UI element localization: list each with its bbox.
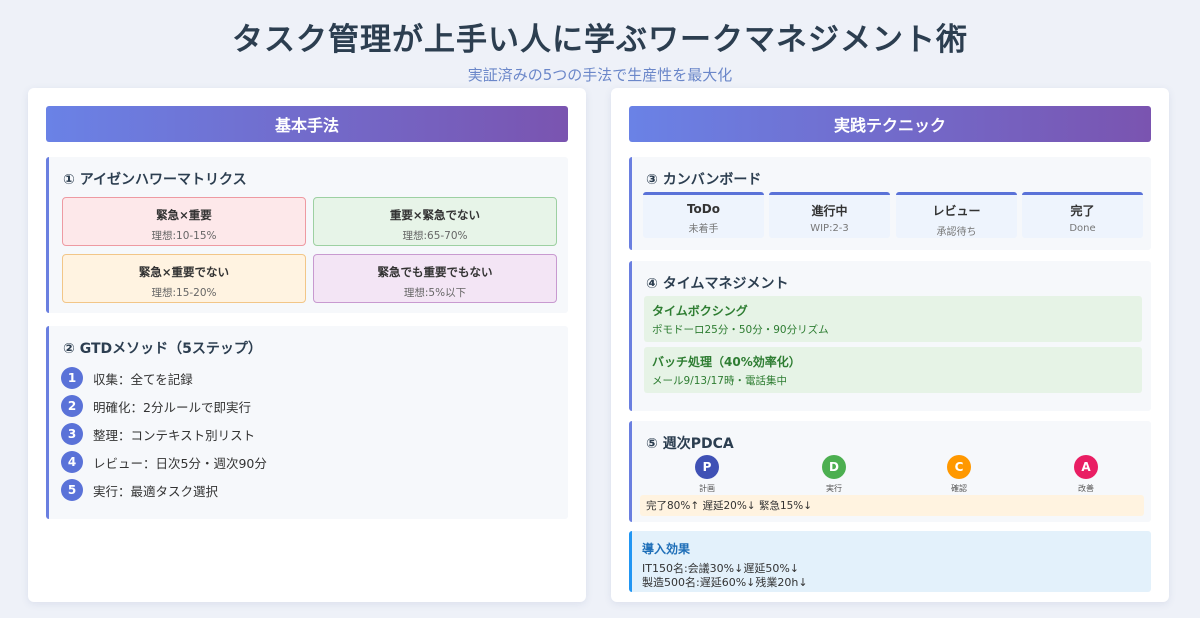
basic-methods-panel: 基本手法 ① アイゼンハワーマトリクス 緊急×重要 理想:10-15% 重要×緊…: [28, 88, 586, 602]
quadrant-important-not-urgent: 重要×緊急でない 理想:65-70%: [313, 197, 557, 246]
step-text: 収集：全てを記録: [93, 371, 193, 387]
quadrant-ideal: 理想:65-70%: [402, 230, 468, 242]
kanban-column-done: 完了 Done: [1022, 192, 1143, 238]
quadrant-title: 緊急×重要: [156, 208, 212, 222]
batch-processing-sub: メール9/13/17時・電話集中: [652, 375, 787, 387]
kanban-column-sub: 未着手: [688, 224, 719, 235]
gtd-step: 3 整理：コンテキスト別リスト: [61, 423, 255, 445]
pdca-result: 完了80%↑ 遅延20%↓ 緊急15%↓: [640, 495, 1144, 516]
time-management-section: ④ タイムマネジメント タイムボクシング ポモドーロ25分・50分・90分リズム…: [629, 261, 1151, 411]
kanban-column-title: 進行中: [811, 204, 848, 218]
kanban-column-sub: Done: [1069, 223, 1096, 234]
quadrant-neither: 緊急でも重要でもない 理想:5%以下: [313, 254, 557, 303]
impact-title: 導入効果: [642, 542, 691, 556]
step-text: レビュー：日次5分・週次90分: [93, 455, 267, 471]
batch-processing-box: バッチ処理（40%効率化） メール9/13/17時・電話集中: [644, 347, 1142, 393]
pdca-circle: C: [947, 455, 971, 479]
step-text: 実行：最適タスク選択: [93, 483, 219, 499]
quadrant-urgent-not-important: 緊急×重要でない 理想:15-20%: [62, 254, 306, 303]
pdca-plan: P 計画: [687, 455, 727, 494]
kanban-column-title: レビュー: [932, 204, 981, 218]
basic-methods-header: 基本手法: [46, 106, 568, 142]
gtd-step: 5 実行：最適タスク選択: [61, 479, 218, 501]
kanban-column-in-progress: 進行中 WIP:2-3: [769, 192, 890, 238]
quadrant-title: 緊急×重要でない: [138, 265, 230, 279]
pdca-section: ⑤ 週次PDCA P 計画 D 実行 C 確認 A 改善 完了80%↑ 遅延20…: [629, 421, 1151, 522]
gtd-step: 1 収集：全てを記録: [61, 367, 193, 389]
batch-processing-title: バッチ処理（40%効率化）: [652, 355, 801, 369]
pdca-label: 確認: [951, 484, 967, 493]
gtd-section: ② GTDメソッド（5ステップ） 1 収集：全てを記録 2 明確化：2分ルールで…: [46, 326, 568, 519]
quadrant-urgent-important: 緊急×重要 理想:10-15%: [62, 197, 306, 246]
timeboxing-box: タイムボクシング ポモドーロ25分・50分・90分リズム: [644, 296, 1142, 342]
gtd-step: 2 明確化：2分ルールで即実行: [61, 395, 251, 417]
eisenhower-section: ① アイゼンハワーマトリクス 緊急×重要 理想:10-15% 重要×緊急でない …: [46, 157, 568, 313]
step-number: 2: [61, 395, 83, 417]
practical-techniques-panel: 実践テクニック ③ カンバンボード ToDo 未着手 進行中 WIP:2-3 レ…: [611, 88, 1169, 602]
kanban-column-title: ToDo: [686, 202, 721, 216]
impact-box: 導入効果 IT150名:会議30%↓遅延50%↓ 製造500名:遅延60%↓残業…: [629, 531, 1151, 592]
pdca-act: A 改善: [1066, 455, 1106, 494]
timeboxing-sub: ポモドーロ25分・50分・90分リズム: [652, 324, 829, 336]
pdca-title: ⑤ 週次PDCA: [646, 436, 734, 452]
gtd-title: ② GTDメソッド（5ステップ）: [63, 341, 262, 357]
kanban-column-sub: 承認待ち: [936, 227, 977, 238]
step-number: 5: [61, 479, 83, 501]
kanban-section: ③ カンバンボード ToDo 未着手 進行中 WIP:2-3 レビュー 承認待ち…: [629, 157, 1151, 250]
practical-techniques-header: 実践テクニック: [629, 106, 1151, 142]
quadrant-title: 緊急でも重要でもない: [377, 265, 493, 279]
pdca-circle: P: [695, 455, 719, 479]
step-number: 4: [61, 451, 83, 473]
page-title: タスク管理が上手い人に学ぶワークマネジメント術: [232, 22, 968, 58]
pdca-check: C 確認: [939, 455, 979, 494]
pdca-label: 計画: [699, 484, 715, 493]
quadrant-title: 重要×緊急でない: [389, 208, 481, 222]
pdca-do: D 実行: [814, 455, 854, 494]
pdca-circle: A: [1074, 455, 1098, 479]
kanban-column-sub: WIP:2-3: [810, 223, 849, 234]
step-number: 3: [61, 423, 83, 445]
step-text: 明確化：2分ルールで即実行: [93, 399, 251, 415]
kanban-column-todo: ToDo 未着手: [643, 192, 764, 238]
impact-line-manufacturing: 製造500名:遅延60%↓残業20h↓: [642, 576, 808, 589]
page-subtitle: 実証済みの5つの手法で生産性を最大化: [467, 66, 733, 84]
quadrant-ideal: 理想:15-20%: [151, 287, 217, 299]
eisenhower-title: ① アイゼンハワーマトリクス: [63, 172, 247, 188]
pdca-circle: D: [822, 455, 846, 479]
kanban-title: ③ カンバンボード: [646, 172, 762, 188]
quadrant-ideal: 理想:5%以下: [403, 287, 467, 299]
gtd-step: 4 レビュー：日次5分・週次90分: [61, 451, 267, 473]
kanban-column-review: レビュー 承認待ち: [896, 192, 1017, 238]
pdca-label: 改善: [1078, 484, 1094, 493]
step-text: 整理：コンテキスト別リスト: [93, 427, 256, 443]
step-number: 1: [61, 367, 83, 389]
pdca-label: 実行: [826, 484, 842, 493]
time-management-title: ④ タイムマネジメント: [646, 276, 789, 292]
timeboxing-title: タイムボクシング: [652, 304, 748, 318]
kanban-column-title: 完了: [1070, 204, 1095, 218]
quadrant-ideal: 理想:10-15%: [151, 230, 217, 242]
